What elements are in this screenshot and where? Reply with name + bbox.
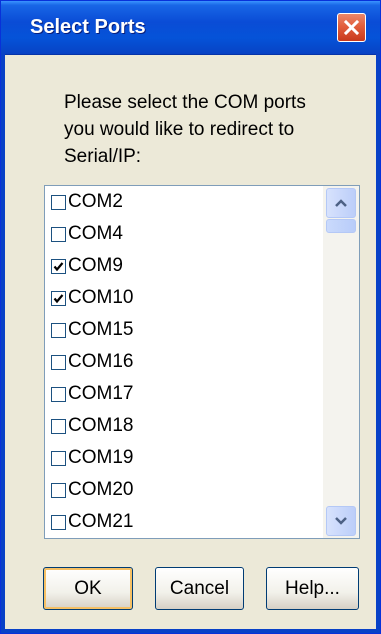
com-port-items: COM2 COM4 COM9 COM10 COM15 COM16 COM17 C… <box>45 186 323 538</box>
instruction-line: Please select the COM ports <box>64 92 306 113</box>
port-label: COM4 <box>68 223 123 244</box>
ok-button[interactable]: OK <box>43 567 133 610</box>
port-item-com9[interactable]: COM9 <box>45 250 323 282</box>
port-checkbox[interactable] <box>51 226 66 242</box>
port-item-com15[interactable]: COM15 <box>45 314 323 346</box>
cancel-button[interactable]: Cancel <box>155 567 244 610</box>
scroll-down-button[interactable] <box>326 506 356 536</box>
chevron-up-icon <box>335 199 347 207</box>
port-item-com10[interactable]: COM10 <box>45 282 323 314</box>
checkmark-icon <box>53 261 64 271</box>
instruction-line: you would like to redirect to <box>64 119 295 140</box>
port-label: COM17 <box>68 383 134 404</box>
port-label: COM21 <box>68 511 134 532</box>
port-label: COM9 <box>68 255 123 276</box>
port-label: COM2 <box>68 191 123 212</box>
window-title: Select Ports <box>30 16 146 38</box>
port-checkbox[interactable] <box>51 290 66 306</box>
port-item-com19[interactable]: COM19 <box>45 442 323 474</box>
window-frame-right <box>376 54 380 633</box>
port-item-com17[interactable]: COM17 <box>45 378 323 410</box>
port-checkbox[interactable] <box>51 514 66 530</box>
close-button[interactable] <box>337 13 366 42</box>
close-icon <box>343 19 360 36</box>
scroll-up-button[interactable] <box>326 188 356 218</box>
port-item-com20[interactable]: COM20 <box>45 474 323 506</box>
title-bar[interactable]: Select Ports <box>1 1 380 55</box>
window-frame-bottom <box>1 629 380 633</box>
port-label: COM10 <box>68 287 134 308</box>
instruction-text: Please select the COM ports you would li… <box>64 89 364 170</box>
port-checkbox[interactable] <box>51 258 66 274</box>
port-checkbox[interactable] <box>51 482 66 498</box>
port-label: COM15 <box>68 319 134 340</box>
port-item-com4[interactable]: COM4 <box>45 218 323 250</box>
port-checkbox[interactable] <box>51 450 66 466</box>
chevron-down-icon <box>335 517 347 525</box>
port-item-com2[interactable]: COM2 <box>45 186 323 218</box>
port-checkbox[interactable] <box>51 354 66 370</box>
port-label: COM20 <box>68 479 134 500</box>
vertical-scrollbar[interactable] <box>323 186 359 538</box>
instruction-line: Serial/IP: <box>64 146 142 167</box>
port-item-com21[interactable]: COM21 <box>45 506 323 538</box>
checkmark-icon <box>53 293 64 303</box>
port-checkbox[interactable] <box>51 194 66 210</box>
select-ports-dialog: Select Ports Please select the COM ports… <box>0 0 381 634</box>
port-checkbox[interactable] <box>51 322 66 338</box>
port-item-com16[interactable]: COM16 <box>45 346 323 378</box>
port-item-com18[interactable]: COM18 <box>45 410 323 442</box>
scroll-thumb[interactable] <box>326 219 356 233</box>
port-checkbox[interactable] <box>51 418 66 434</box>
window-frame-left <box>1 54 5 633</box>
port-label: COM18 <box>68 415 134 436</box>
help-button[interactable]: Help... <box>266 567 359 610</box>
port-label: COM19 <box>68 447 134 468</box>
com-port-list[interactable]: COM2 COM4 COM9 COM10 COM15 COM16 COM17 C… <box>44 185 360 539</box>
port-label: COM16 <box>68 351 134 372</box>
port-checkbox[interactable] <box>51 386 66 402</box>
